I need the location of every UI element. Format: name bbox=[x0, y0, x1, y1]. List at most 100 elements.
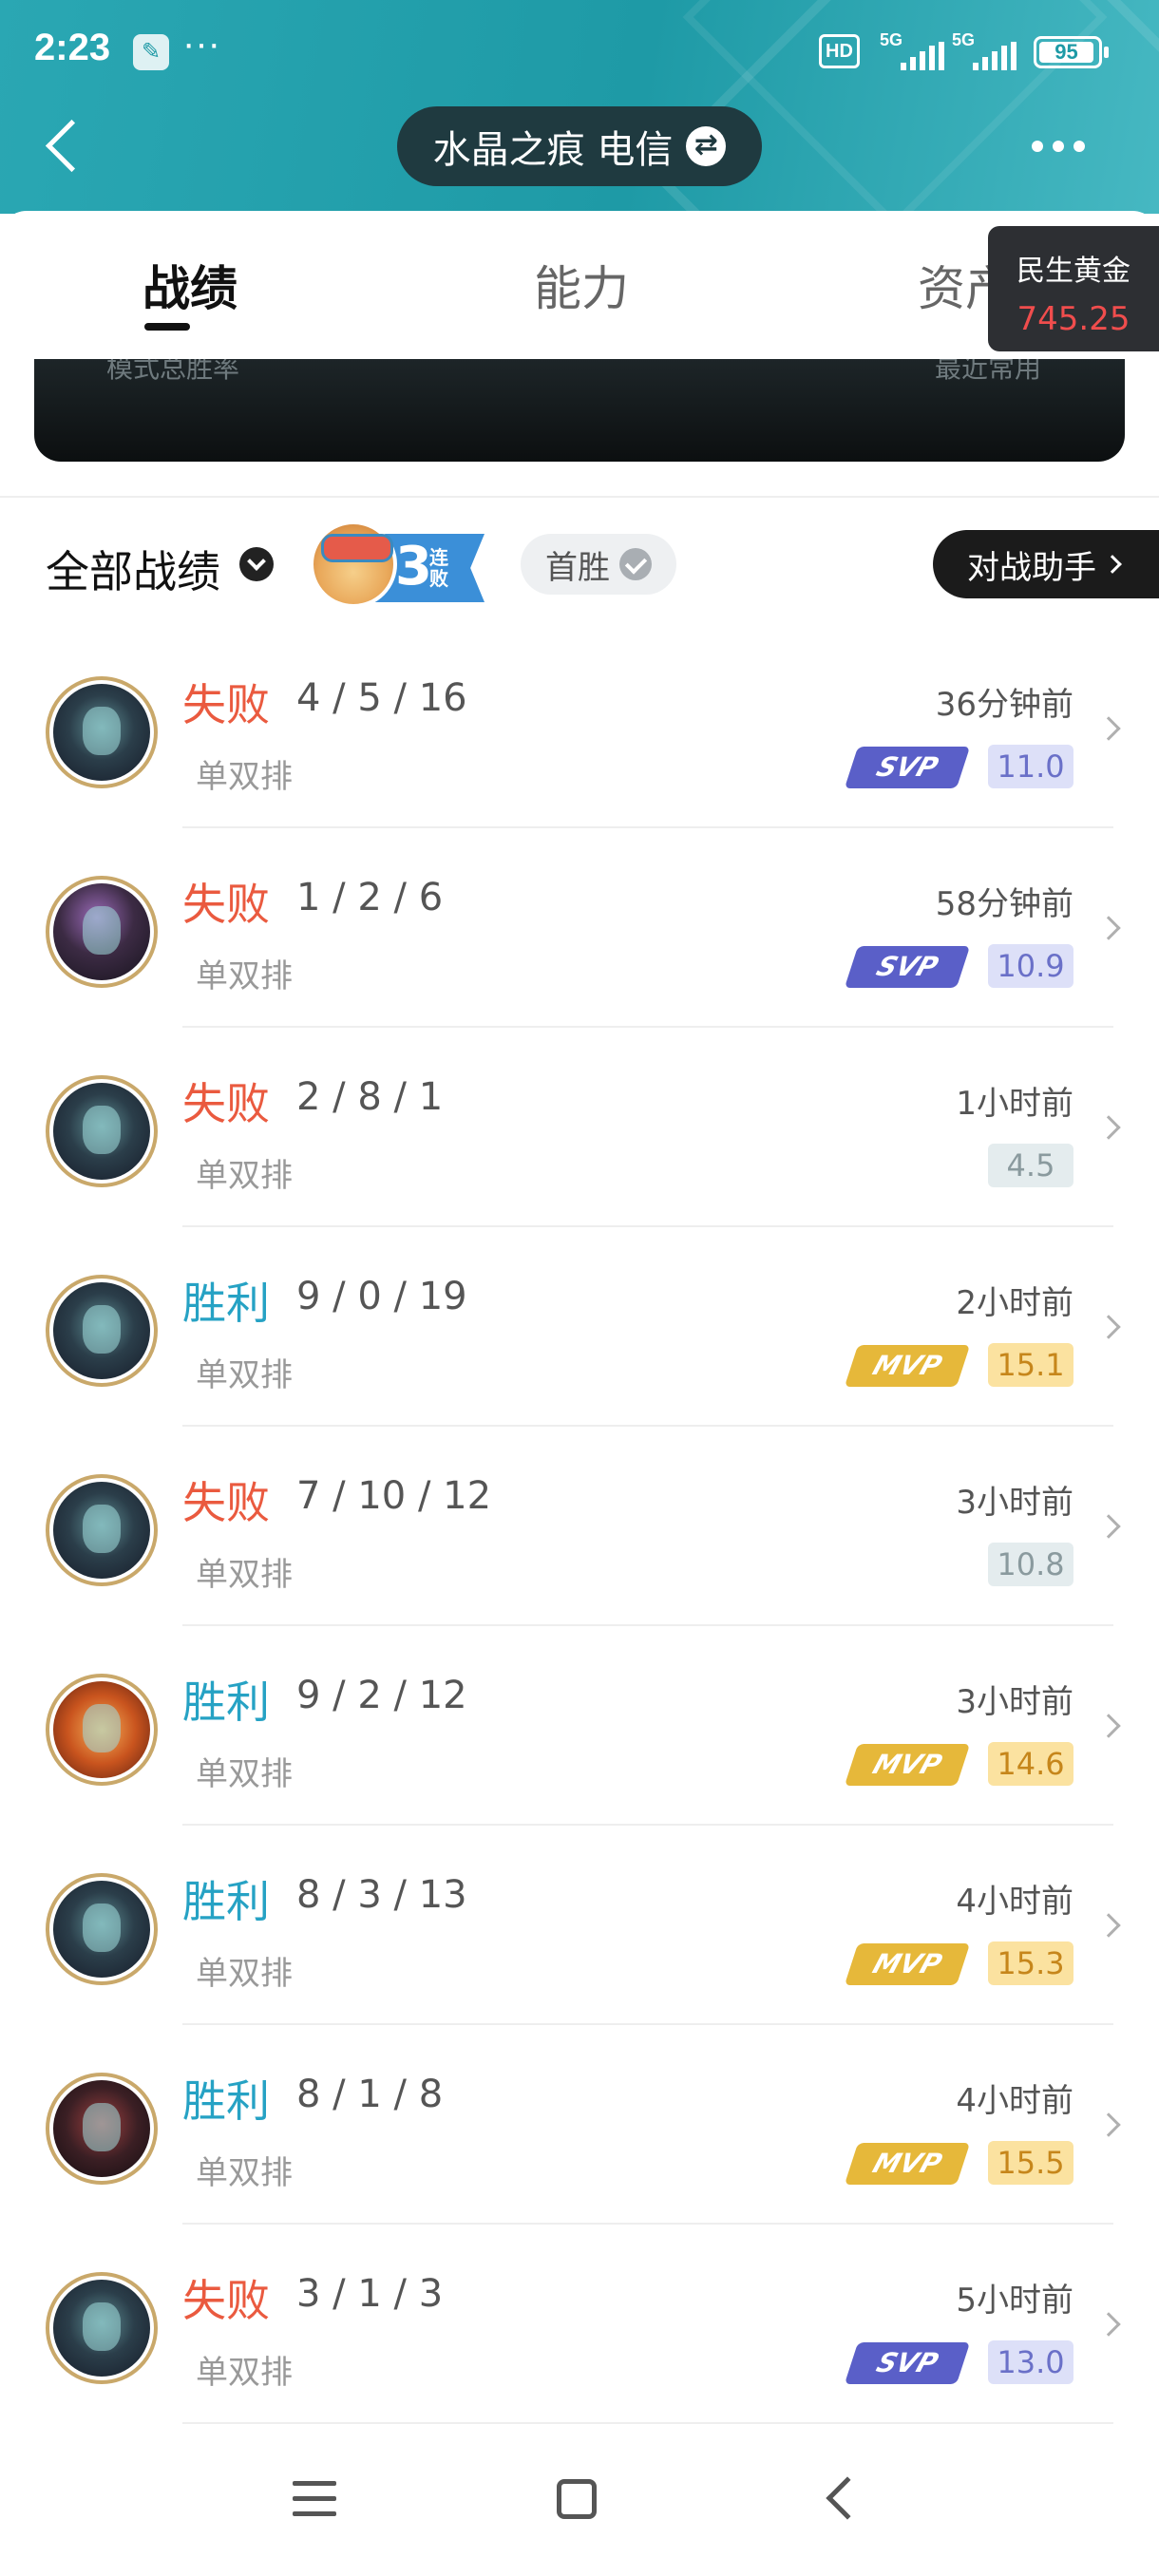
match-mode: 单双排 bbox=[196, 2154, 293, 2192]
battle-assistant-label: 对战助手 bbox=[967, 548, 1096, 587]
chevron-right-icon bbox=[1096, 916, 1121, 940]
svp-badge: SVP bbox=[844, 747, 971, 788]
dropdown-caret-icon[interactable] bbox=[239, 547, 274, 581]
match-result: 失败 bbox=[182, 879, 270, 930]
mvp-badge: MVP bbox=[844, 1943, 971, 1985]
status-time: 2:23 bbox=[34, 27, 111, 68]
banner-right-label: 最近常用 bbox=[934, 359, 1041, 384]
signal-icon: 5G bbox=[952, 30, 1028, 70]
stock-price: 745.25 bbox=[1016, 300, 1130, 338]
battery-icon: 95 bbox=[1034, 36, 1109, 68]
match-kda: 7 / 10 / 12 bbox=[296, 1474, 492, 1518]
chevron-right-icon bbox=[1096, 1913, 1121, 1938]
back-button[interactable] bbox=[38, 112, 95, 179]
match-time: 3小时前 bbox=[956, 1484, 1074, 1522]
server-name: 水晶之痕 电信 bbox=[432, 128, 674, 172]
match-row[interactable]: 胜利 8 / 3 / 13 单双排 4小时前 MVP 15.3 bbox=[0, 1826, 1159, 2025]
chevron-right-icon bbox=[1096, 2312, 1121, 2337]
match-time: 1小时前 bbox=[956, 1085, 1074, 1123]
match-score: 10.9 bbox=[988, 944, 1074, 988]
match-row[interactable]: 胜利 9 / 2 / 12 单双排 3小时前 MVP 14.6 bbox=[0, 1626, 1159, 1826]
hd-voice-icon: HD bbox=[819, 34, 860, 68]
stock-widget[interactable]: 民生黄金 745.25 bbox=[988, 226, 1159, 351]
match-list: 失败 4 / 5 / 16 单双排 36分钟前 SVP 11.0 失败 1 / … bbox=[0, 629, 1159, 2424]
chevron-right-icon bbox=[1096, 1714, 1121, 1738]
match-mode: 单双排 bbox=[196, 758, 293, 796]
match-time: 58分钟前 bbox=[935, 885, 1074, 923]
match-mode: 单双排 bbox=[196, 957, 293, 995]
match-score: 14.6 bbox=[988, 1742, 1074, 1786]
match-kda: 2 / 8 / 1 bbox=[296, 1075, 444, 1119]
match-kda: 9 / 0 / 19 bbox=[296, 1275, 467, 1318]
menu-icon[interactable] bbox=[293, 2481, 336, 2519]
check-icon bbox=[619, 548, 652, 580]
chevron-right-icon bbox=[1096, 1315, 1121, 1339]
match-row[interactable]: 胜利 9 / 0 / 19 单双排 2小时前 MVP 15.1 bbox=[0, 1227, 1159, 1427]
filter-title[interactable]: 全部战绩 bbox=[46, 538, 220, 600]
back-icon[interactable] bbox=[826, 2476, 869, 2520]
match-mode: 单双排 bbox=[196, 2354, 293, 2392]
champion-avatar-purple bbox=[46, 876, 158, 988]
match-row[interactable]: 胜利 8 / 1 / 8 单双排 4小时前 MVP 15.5 bbox=[0, 2025, 1159, 2225]
mvp-badge: MVP bbox=[844, 2143, 971, 2185]
match-score: 13.0 bbox=[988, 2340, 1074, 2384]
champion-avatar-red bbox=[46, 2073, 158, 2185]
champion-avatar-teal bbox=[46, 1275, 158, 1387]
match-mode: 单双排 bbox=[196, 1356, 293, 1394]
champion-portrait bbox=[53, 1881, 150, 1978]
champion-portrait bbox=[53, 1482, 150, 1579]
match-score: 11.0 bbox=[988, 745, 1074, 788]
match-score: 15.3 bbox=[988, 1941, 1074, 1985]
match-score: 10.8 bbox=[988, 1543, 1074, 1586]
champion-avatar-teal bbox=[46, 2272, 158, 2384]
match-row[interactable]: 失败 4 / 5 / 16 单双排 36分钟前 SVP 11.0 bbox=[0, 629, 1159, 828]
first-win-chip[interactable]: 首胜 bbox=[521, 534, 676, 595]
champion-portrait bbox=[53, 1083, 150, 1180]
more-notifications-icon: ··· bbox=[182, 23, 220, 65]
match-kda: 1 / 2 / 6 bbox=[296, 876, 444, 919]
chevron-right-icon bbox=[1096, 1514, 1121, 1539]
tab-ability[interactable]: 能力 bbox=[534, 251, 629, 319]
champion-portrait bbox=[53, 883, 150, 980]
match-mode: 单双排 bbox=[196, 1955, 293, 1993]
active-tab-indicator bbox=[144, 323, 190, 331]
stock-name: 民生黄金 bbox=[1016, 255, 1130, 288]
signal-icon: 5G bbox=[880, 30, 956, 70]
match-kda: 8 / 3 / 13 bbox=[296, 1873, 467, 1917]
battle-assistant-button[interactable]: 对战助手 bbox=[933, 530, 1159, 598]
match-time: 36分钟前 bbox=[935, 686, 1074, 724]
row-divider bbox=[182, 2422, 1113, 2424]
chevron-right-icon bbox=[1103, 555, 1122, 574]
champion-avatar-teal bbox=[46, 676, 158, 788]
home-icon[interactable] bbox=[557, 2479, 597, 2519]
tab-bar: 战绩 能力 资产 bbox=[0, 211, 1159, 359]
match-kda: 8 / 1 / 8 bbox=[296, 2073, 444, 2116]
status-bar: 2:23 ✎ ··· HD 5G 5G 95 bbox=[0, 0, 1159, 104]
match-kda: 4 / 5 / 16 bbox=[296, 676, 467, 720]
streak-mascot-icon bbox=[310, 521, 397, 608]
chevron-right-icon bbox=[1096, 716, 1121, 741]
wrench-icon: ✎ bbox=[133, 34, 169, 70]
champion-portrait bbox=[53, 1282, 150, 1379]
champion-avatar-teal bbox=[46, 1873, 158, 1985]
match-result: 胜利 bbox=[182, 1876, 270, 1927]
match-time: 2小时前 bbox=[956, 1284, 1074, 1322]
battery-level: 95 bbox=[1039, 42, 1093, 63]
more-options-icon[interactable] bbox=[1032, 127, 1098, 165]
match-row[interactable]: 失败 2 / 8 / 1 单双排 1小时前 4.5 bbox=[0, 1028, 1159, 1227]
tab-record[interactable]: 战绩 bbox=[142, 251, 238, 319]
match-result: 胜利 bbox=[182, 1278, 270, 1329]
match-row[interactable]: 失败 7 / 10 / 12 单双排 3小时前 10.8 bbox=[0, 1427, 1159, 1626]
match-time: 3小时前 bbox=[956, 1683, 1074, 1721]
match-time: 5小时前 bbox=[956, 2282, 1074, 2320]
match-result: 胜利 bbox=[182, 2075, 270, 2127]
stats-banner: 模式总胜率 最近常用 bbox=[34, 359, 1125, 462]
match-row[interactable]: 失败 3 / 1 / 3 单双排 5小时前 SVP 13.0 bbox=[0, 2225, 1159, 2424]
match-time: 4小时前 bbox=[956, 2082, 1074, 2120]
server-switcher[interactable]: 水晶之痕 电信 ⇄ bbox=[397, 106, 762, 186]
match-mode: 单双排 bbox=[196, 1157, 293, 1195]
match-row[interactable]: 失败 1 / 2 / 6 单双排 58分钟前 SVP 10.9 bbox=[0, 828, 1159, 1028]
swap-icon: ⇄ bbox=[686, 126, 727, 166]
loss-streak-badge: 3 连败 bbox=[310, 521, 484, 608]
system-navigation-bar bbox=[0, 2432, 1159, 2576]
